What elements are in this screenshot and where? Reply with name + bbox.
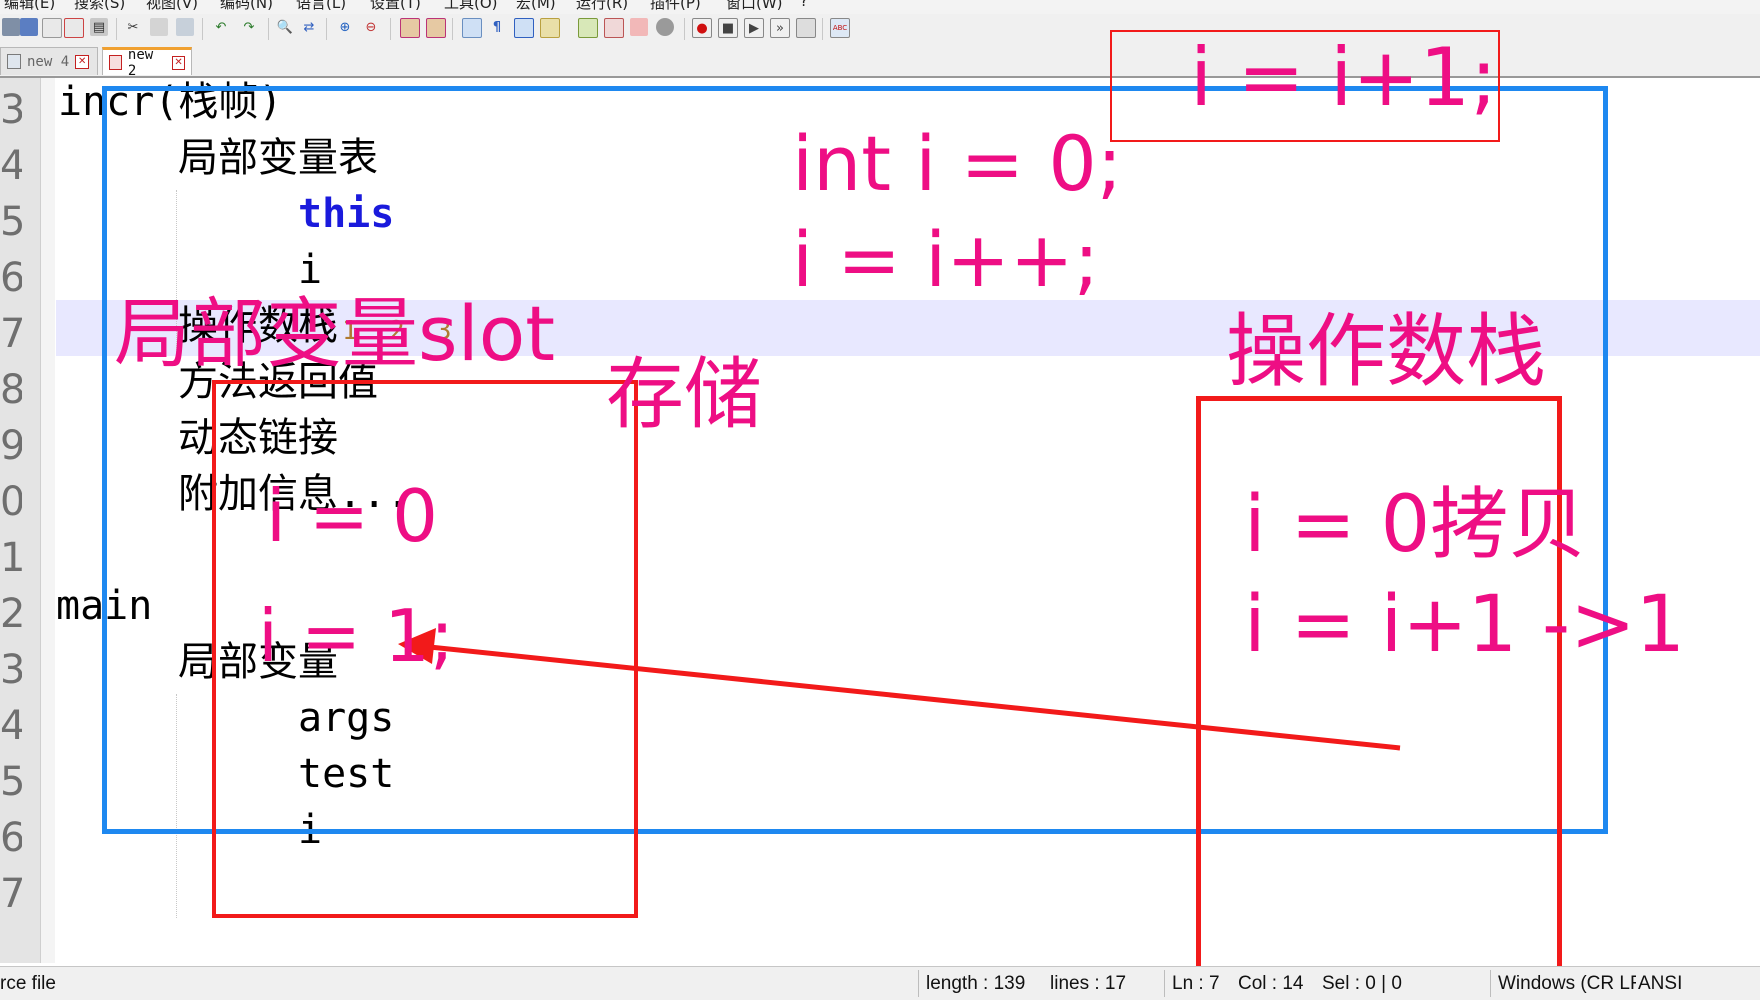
line-number-gutter: 3 4 5 6 7 8 9 0 1 2 3 4 5 6 7 <box>0 78 41 963</box>
menu-edit[interactable]: 编辑(E) <box>4 0 55 13</box>
line-number: 3 <box>0 87 22 133</box>
open-file-icon[interactable] <box>20 18 38 36</box>
line-number: 1 <box>0 535 22 581</box>
status-column: Col : 14 <box>1238 973 1304 994</box>
annotation-stack-step-2: i = i+1 ->1 <box>1244 580 1686 670</box>
cut-icon[interactable]: ✂ <box>124 18 142 36</box>
menu-macro[interactable]: 宏(M) <box>516 0 556 13</box>
menu-bar: 编辑(E) 搜索(S) 视图(V) 编码(N) 语言(L) 设置(T) 工具(O… <box>0 0 1760 14</box>
show-all-chars-icon[interactable]: ¶ <box>488 18 506 36</box>
status-selection: Sel : 0 | 0 <box>1322 973 1402 994</box>
line-number: 8 <box>0 367 22 413</box>
annotation-operand-stack: 操作数栈 <box>1226 305 1546 398</box>
tab-label: new 4 <box>27 53 70 70</box>
save-all-icon[interactable] <box>64 18 84 38</box>
annotation-stack-step-1: i = 0拷贝 <box>1244 480 1587 570</box>
line-number: 3 <box>0 647 22 693</box>
print-icon[interactable]: ▤ <box>90 18 108 36</box>
word-wrap-icon[interactable] <box>462 18 482 38</box>
menu-run[interactable]: 运行(R) <box>576 0 628 13</box>
annotation-storage: 存储 <box>606 350 763 440</box>
close-icon[interactable]: ✕ <box>75 54 90 69</box>
sync-horizontal-icon[interactable] <box>426 18 446 38</box>
undo-icon[interactable]: ↶ <box>212 18 230 36</box>
zoom-in-icon[interactable]: ⊕ <box>336 18 354 36</box>
run-macro-multiple-icon[interactable]: » <box>770 18 790 38</box>
play-macro-icon[interactable]: ▶ <box>744 18 764 38</box>
zoom-out-icon[interactable]: ⊖ <box>362 18 380 36</box>
line-number: 2 <box>0 591 22 637</box>
stop-macro-icon[interactable]: ■ <box>718 18 738 38</box>
file-icon <box>109 55 122 70</box>
line-number: 5 <box>0 759 22 805</box>
paste-icon[interactable] <box>176 18 194 36</box>
new-file-icon[interactable] <box>2 18 20 36</box>
line-number: 4 <box>0 703 22 749</box>
line-number: 9 <box>0 423 22 469</box>
indent-guide-icon[interactable] <box>514 18 534 38</box>
user-language-icon[interactable] <box>540 18 560 38</box>
spellcheck-icon[interactable]: ABC <box>830 18 850 38</box>
doc-map-icon[interactable] <box>578 18 598 38</box>
status-lines: lines : 17 <box>1050 973 1127 994</box>
menu-tools[interactable]: 工具(O) <box>444 0 498 13</box>
status-encoding[interactable]: ANSI <box>1638 973 1682 995</box>
sync-vertical-icon[interactable] <box>400 18 420 38</box>
menu-encoding[interactable]: 编码(N) <box>220 0 273 13</box>
annotation-code-line-1: int i = 0; <box>792 119 1123 208</box>
menu-view[interactable]: 视图(V) <box>146 0 198 13</box>
record-macro-icon[interactable]: ● <box>692 18 712 38</box>
line-number: 5 <box>0 199 22 245</box>
annotation-code-line-2: i = i++; <box>792 215 1100 304</box>
status-length: length : 139 <box>926 973 1026 994</box>
menu-window[interactable]: 窗口(W) <box>726 0 783 13</box>
close-icon[interactable]: ✕ <box>172 55 186 70</box>
status-bar: rce file length : 139 lines : 17 Ln : 7 … <box>0 966 1760 1000</box>
menu-settings[interactable]: 设置(T) <box>370 0 421 13</box>
annotation-slot-value-1: i = 0 <box>266 474 438 558</box>
menu-help[interactable]: ? <box>800 0 808 10</box>
save-macro-icon[interactable] <box>796 18 816 38</box>
menu-plugins[interactable]: 插件(P) <box>650 0 701 13</box>
line-number: 7 <box>0 311 22 357</box>
find-icon[interactable]: 🔍 <box>276 18 294 36</box>
fold-margin[interactable] <box>41 78 55 963</box>
redo-icon[interactable]: ↷ <box>240 18 258 36</box>
folder-workspace-icon[interactable] <box>630 18 648 36</box>
function-list-icon[interactable] <box>604 18 624 38</box>
status-line-number: Ln : 7 <box>1172 973 1220 994</box>
save-icon[interactable] <box>42 18 62 38</box>
line-number: 6 <box>0 255 22 301</box>
line-number: 0 <box>0 479 22 525</box>
copy-icon[interactable] <box>150 18 168 36</box>
monitoring-icon[interactable] <box>656 18 674 36</box>
line-number: 4 <box>0 143 22 189</box>
line-number: 6 <box>0 815 22 861</box>
tab-new-4[interactable]: new 4 ✕ <box>0 47 98 75</box>
tab-label: new 2 <box>127 46 154 79</box>
menu-search[interactable]: 搜索(S) <box>74 0 125 13</box>
file-icon <box>7 54 21 69</box>
replace-icon[interactable]: ⇄ <box>300 18 318 36</box>
annotation-top-code: i = i+1; <box>1190 31 1498 124</box>
status-eol[interactable]: Windows (CR LF) <box>1498 973 1636 995</box>
menu-language[interactable]: 语言(L) <box>296 0 346 13</box>
line-number: 7 <box>0 871 22 917</box>
annotation-local-slot: 局部变量slot <box>114 289 556 378</box>
annotation-slot-value-2: i = 1; <box>258 594 455 678</box>
tab-new-2[interactable]: new 2 ✕ <box>102 47 192 79</box>
status-file-type: rce file <box>0 973 56 994</box>
